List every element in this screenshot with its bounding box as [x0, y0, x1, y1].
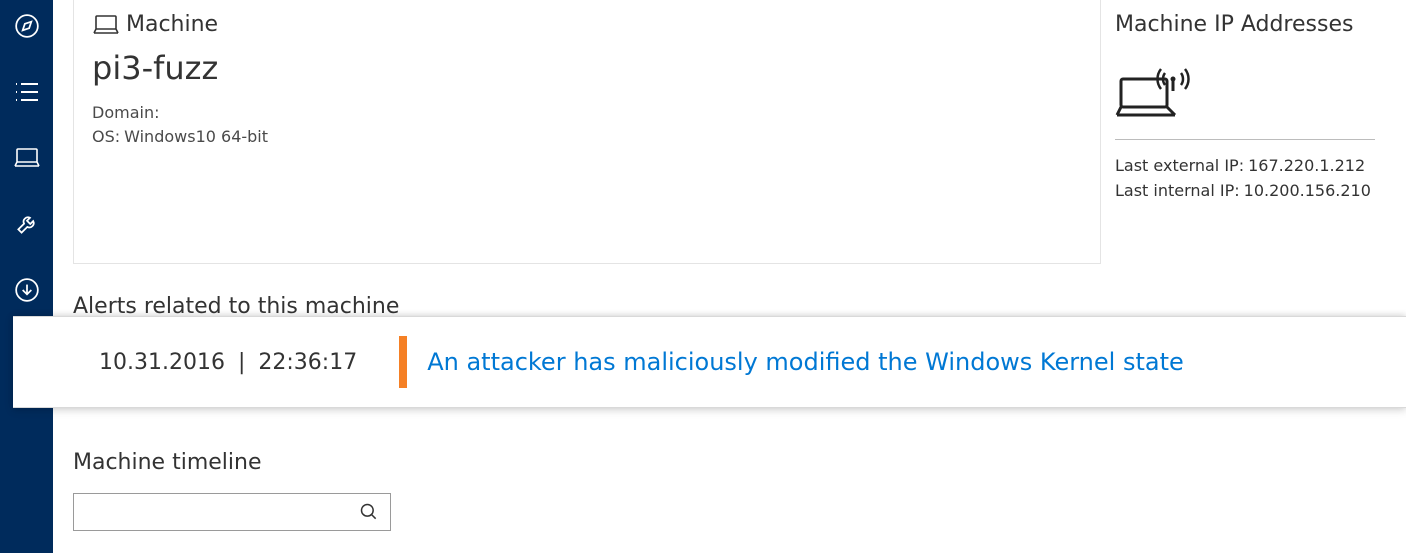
machine-card-label: Machine	[126, 12, 218, 37]
ip-internal-row: Last internal IP: 10.200.156.210	[1115, 179, 1405, 204]
list-icon	[14, 81, 40, 103]
top-cards-row: Machine pi3-fuzz Domain: OS: Windows10 6…	[53, 0, 1406, 264]
machine-domain-row: Domain:	[92, 101, 1082, 125]
wrench-icon	[14, 211, 40, 237]
ip-external-row: Last external IP: 167.220.1.212	[1115, 154, 1405, 179]
download-circle-icon	[14, 277, 40, 303]
main-content: Machine pi3-fuzz Domain: OS: Windows10 6…	[53, 0, 1406, 553]
laptop-wifi-icon	[1115, 65, 1405, 121]
search-icon	[359, 502, 379, 522]
machine-os-value: Windows10 64-bit	[124, 125, 268, 149]
machine-os-row: OS: Windows10 64-bit	[92, 125, 1082, 149]
sidebar-item-settings[interactable]	[7, 204, 47, 244]
sidebar-item-dashboard[interactable]	[7, 6, 47, 46]
machine-domain-label: Domain:	[92, 101, 159, 125]
ip-external-value: 167.220.1.212	[1248, 154, 1365, 179]
timeline-search-input[interactable]	[74, 494, 390, 530]
machine-name: pi3-fuzz	[92, 49, 1082, 87]
ip-external-label: Last external IP:	[1115, 154, 1244, 179]
ip-card: Machine IP Addresses Last external IP:	[1115, 0, 1405, 264]
sidebar-item-list[interactable]	[7, 72, 47, 112]
alert-time: 22:36:17	[258, 350, 357, 375]
sidebar-item-machines[interactable]	[7, 138, 47, 178]
ip-internal-value: 10.200.156.210	[1244, 179, 1371, 204]
sidebar-item-download[interactable]	[7, 270, 47, 310]
machine-meta: Domain: OS: Windows10 64-bit	[92, 101, 1082, 149]
pipe-separator: |	[238, 350, 245, 375]
machine-card-header: Machine	[92, 12, 1082, 37]
laptop-icon	[13, 147, 41, 169]
timeline-section: Machine timeline	[73, 450, 391, 531]
alert-datetime: 10.31.2016 | 22:36:17	[99, 350, 357, 375]
ip-internal-label: Last internal IP:	[1115, 179, 1240, 204]
alert-severity-bar	[399, 336, 407, 388]
alert-row[interactable]: 10.31.2016 | 22:36:17 An attacker has ma…	[13, 316, 1406, 408]
ip-card-title: Machine IP Addresses	[1115, 12, 1405, 37]
timeline-search	[73, 493, 391, 531]
timeline-title: Machine timeline	[73, 450, 391, 475]
machine-os-label: OS:	[92, 125, 120, 149]
alert-title-link[interactable]: An attacker has maliciously modified the…	[427, 348, 1184, 376]
laptop-icon	[92, 15, 120, 35]
timeline-search-button[interactable]	[348, 494, 390, 530]
left-nav-sidebar	[0, 0, 53, 553]
alert-date: 10.31.2016	[99, 350, 225, 375]
compass-icon	[14, 13, 40, 39]
machine-card: Machine pi3-fuzz Domain: OS: Windows10 6…	[73, 0, 1101, 264]
divider	[1115, 139, 1375, 140]
